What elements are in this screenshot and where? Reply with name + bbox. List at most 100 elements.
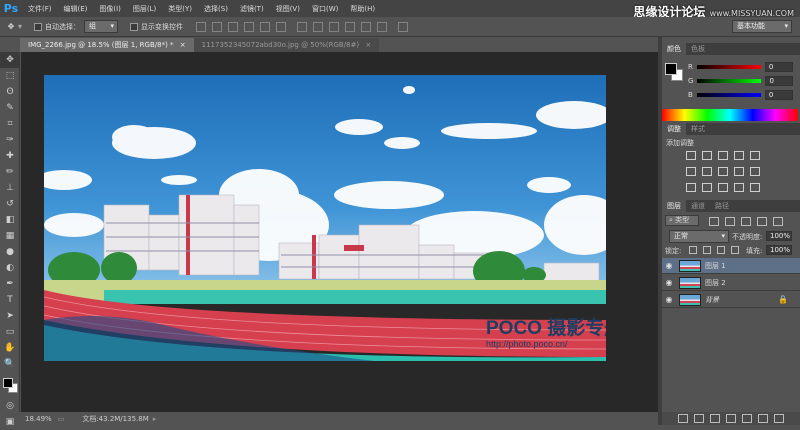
distribute-top-icon[interactable] xyxy=(297,21,308,32)
link-layers-icon[interactable] xyxy=(678,414,688,423)
selective-color-icon[interactable] xyxy=(734,183,744,192)
eye-icon[interactable]: ◉ xyxy=(662,261,676,270)
tab-1117352345072abd30o[interactable]: 1117352345072abd30o.jpg @ 50%(RGB/8#) × xyxy=(193,38,380,52)
layer-name[interactable]: 背景 xyxy=(705,295,719,305)
gradient-tool-icon[interactable]: ▦ xyxy=(0,228,20,244)
hue-saturation-icon[interactable] xyxy=(686,167,696,176)
filter-adjust-icon[interactable] xyxy=(725,217,735,226)
new-layer-icon[interactable] xyxy=(758,414,768,423)
lock-position-icon[interactable] xyxy=(717,246,725,254)
chevron-down-icon[interactable]: ▾ xyxy=(18,22,22,31)
tab-img-2266[interactable]: IMG_2266.jpg @ 18.5% (图层 1, RGB/8*) * × xyxy=(20,38,194,52)
distribute-bottom-icon[interactable] xyxy=(329,21,340,32)
new-adjustment-icon[interactable] xyxy=(726,414,736,423)
menu-view[interactable]: 视图(V) xyxy=(270,4,306,14)
lock-transparent-icon[interactable] xyxy=(689,246,697,254)
layer-row[interactable]: ◉ 图层 1 xyxy=(662,258,800,274)
align-bottom-icon[interactable] xyxy=(228,21,239,32)
tab-paths[interactable]: 路径 xyxy=(710,200,734,212)
clone-stamp-tool-icon[interactable]: ⊥ xyxy=(0,180,20,196)
crop-tool-icon[interactable]: ⌗ xyxy=(0,116,20,132)
filter-shape-icon[interactable] xyxy=(757,217,767,226)
tab-channels[interactable]: 通道 xyxy=(686,200,710,212)
brush-tool-icon[interactable]: ✏ xyxy=(0,164,20,180)
menu-filter[interactable]: 滤镜(T) xyxy=(234,4,270,14)
show-transform-checkbox[interactable] xyxy=(130,22,139,31)
layer-filter-dropdown[interactable]: ⌕ 类型 xyxy=(665,215,699,226)
shape-tool-icon[interactable]: ▭ xyxy=(0,324,20,340)
close-icon[interactable]: × xyxy=(180,41,186,49)
auto-select-checkbox[interactable] xyxy=(34,22,43,31)
color-swatches[interactable] xyxy=(0,376,19,398)
move-tool-icon[interactable]: ✥ xyxy=(4,22,18,31)
artwork-image[interactable]: POCO 摄影专题 http://photo.poco.cn/ xyxy=(44,75,606,361)
auto-select-dropdown[interactable]: 组 xyxy=(84,20,119,33)
tab-color[interactable]: 颜色 xyxy=(662,43,686,55)
zoom-tool-icon[interactable]: 🔍 xyxy=(0,356,20,372)
layer-row[interactable]: ◉ 背景 🔒 xyxy=(662,292,800,308)
filter-pixel-icon[interactable] xyxy=(709,217,719,226)
align-vcenter-icon[interactable] xyxy=(212,21,223,32)
menu-edit[interactable]: 编辑(E) xyxy=(58,4,94,14)
lasso-tool-icon[interactable]: ʘ xyxy=(0,84,20,100)
gradient-map-icon[interactable] xyxy=(750,183,760,192)
blur-tool-icon[interactable]: ● xyxy=(0,244,20,260)
menu-type[interactable]: 类型(Y) xyxy=(162,4,198,14)
channel-mixer-icon[interactable] xyxy=(750,167,760,176)
canvas-area[interactable]: POCO 摄影专题 http://photo.poco.cn/ xyxy=(21,52,658,412)
tab-adjustments[interactable]: 调整 xyxy=(662,123,686,135)
history-brush-tool-icon[interactable]: ↺ xyxy=(0,196,20,212)
move-tool-icon[interactable]: ✥ xyxy=(0,52,20,68)
align-hcenter-icon[interactable] xyxy=(260,21,271,32)
menu-image[interactable]: 图像(I) xyxy=(93,4,127,14)
fg-color-swatch[interactable] xyxy=(665,63,677,75)
hand-tool-icon[interactable]: ✋ xyxy=(0,340,20,356)
trash-icon[interactable] xyxy=(774,414,784,423)
distribute-vcenter-icon[interactable] xyxy=(313,21,324,32)
distribute-hcenter-icon[interactable] xyxy=(361,21,372,32)
menu-window[interactable]: 窗口(W) xyxy=(306,4,344,14)
lock-all-icon[interactable] xyxy=(731,246,739,254)
threshold-icon[interactable] xyxy=(718,183,728,192)
levels-icon[interactable] xyxy=(702,151,712,160)
r-value-field[interactable]: 0 xyxy=(764,62,793,72)
dodge-tool-icon[interactable]: ◐ xyxy=(0,260,20,276)
screen-mode-icon[interactable]: ▣ xyxy=(0,414,20,430)
layer-name[interactable]: 图层 2 xyxy=(705,278,726,288)
color-spectrum-bar[interactable] xyxy=(662,109,798,121)
eraser-tool-icon[interactable]: ◧ xyxy=(0,212,20,228)
filter-smart-icon[interactable] xyxy=(773,217,783,226)
eye-icon[interactable]: ◉ xyxy=(662,278,676,287)
b-value-field[interactable]: 0 xyxy=(764,90,793,100)
workspace-dropdown[interactable]: 基本功能 xyxy=(732,20,792,33)
align-left-icon[interactable] xyxy=(244,21,255,32)
distribute-right-icon[interactable] xyxy=(377,21,388,32)
layer-style-icon[interactable] xyxy=(694,414,704,423)
quick-select-tool-icon[interactable]: ✎ xyxy=(0,100,20,116)
close-icon[interactable]: × xyxy=(365,41,371,49)
curves-icon[interactable] xyxy=(718,151,728,160)
foreground-color-swatch[interactable] xyxy=(3,378,13,388)
posterize-icon[interactable] xyxy=(702,183,712,192)
quick-mask-icon[interactable]: ◎ xyxy=(0,398,20,414)
layer-row[interactable]: ◉ 图层 2 xyxy=(662,275,800,291)
black-white-icon[interactable] xyxy=(718,167,728,176)
layer-name[interactable]: 图层 1 xyxy=(705,261,726,271)
g-value-field[interactable]: 0 xyxy=(765,76,794,86)
vibrance-icon[interactable] xyxy=(750,151,760,160)
align-top-icon[interactable] xyxy=(196,21,207,32)
chevron-right-icon[interactable]: ▸ xyxy=(153,415,157,423)
fill-field[interactable]: 100% xyxy=(766,245,792,255)
photo-filter-icon[interactable] xyxy=(734,167,744,176)
blend-mode-dropdown[interactable]: 正常 xyxy=(669,230,729,243)
auto-align-icon[interactable] xyxy=(398,21,409,32)
menu-layer[interactable]: 图层(L) xyxy=(127,4,162,14)
pen-tool-icon[interactable]: ✒ xyxy=(0,276,20,292)
path-select-tool-icon[interactable]: ➤ xyxy=(0,308,20,324)
lock-pixels-icon[interactable] xyxy=(703,246,711,254)
menu-select[interactable]: 选择(S) xyxy=(198,4,234,14)
tab-layers[interactable]: 图层 xyxy=(662,200,686,212)
align-right-icon[interactable] xyxy=(276,21,287,32)
invert-icon[interactable] xyxy=(686,183,696,192)
b-slider[interactable] xyxy=(696,93,761,97)
